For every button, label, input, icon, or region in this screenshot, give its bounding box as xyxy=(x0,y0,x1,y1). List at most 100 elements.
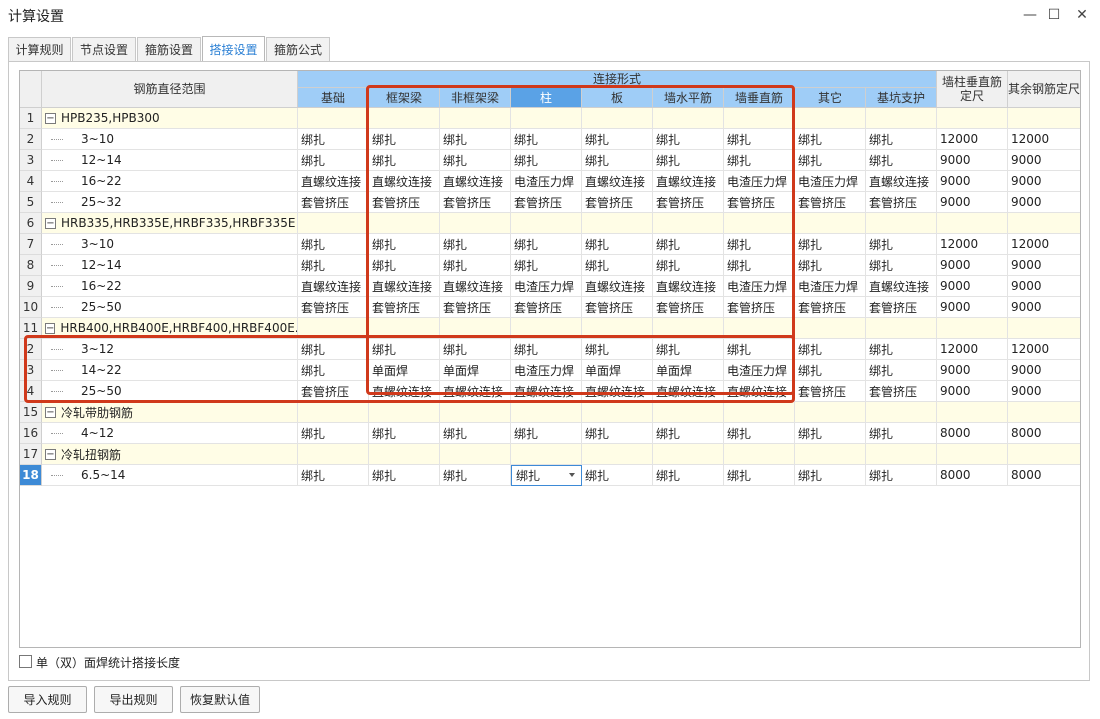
row-number[interactable]: 6 xyxy=(20,213,42,234)
value-cell[interactable]: 绑扎 xyxy=(298,129,369,150)
maximize-icon[interactable]: ☐ xyxy=(1042,4,1066,26)
value-cell[interactable]: 电渣压力焊 xyxy=(795,171,866,192)
row-number[interactable]: 16 xyxy=(20,423,42,444)
row-number[interactable]: 9 xyxy=(20,276,42,297)
value-cell[interactable]: 绑扎 xyxy=(582,255,653,276)
value-cell[interactable]: 绑扎 xyxy=(866,129,937,150)
collapse-toggle-icon[interactable]: − xyxy=(45,322,56,334)
value-cell[interactable]: 直螺纹连接 xyxy=(653,171,724,192)
value-cell[interactable]: 电渣压力焊 xyxy=(511,171,582,192)
value-cell[interactable]: 绑扎 xyxy=(511,150,582,171)
row-number[interactable]: 17 xyxy=(20,444,42,465)
value-cell[interactable]: 绑扎 xyxy=(582,465,653,486)
value-cell[interactable]: 电渣压力焊 xyxy=(724,276,795,297)
value-cell[interactable]: 12000 xyxy=(937,129,1008,150)
value-cell[interactable]: 绑扎 xyxy=(298,255,369,276)
value-cell[interactable]: 套管挤压 xyxy=(298,192,369,213)
header-col-7[interactable]: 其它 xyxy=(795,88,866,108)
value-cell[interactable]: 套管挤压 xyxy=(795,381,866,402)
row-number[interactable]: 8 xyxy=(20,255,42,276)
value-cell[interactable]: 套管挤压 xyxy=(653,192,724,213)
value-cell[interactable]: 直螺纹连接 xyxy=(866,171,937,192)
row-number[interactable]: 2 xyxy=(20,339,42,360)
value-cell[interactable]: 套管挤压 xyxy=(795,297,866,318)
value-cell[interactable]: 绑扎 xyxy=(653,423,724,444)
value-cell[interactable]: 绑扎 xyxy=(369,234,440,255)
value-cell[interactable]: 绑扎 xyxy=(511,423,582,444)
value-cell[interactable]: 直螺纹连接 xyxy=(440,381,511,402)
value-cell[interactable]: 绑扎 xyxy=(582,339,653,360)
value-cell[interactable]: 绑扎 xyxy=(369,423,440,444)
value-cell[interactable]: 绑扎 xyxy=(298,360,369,381)
value-cell[interactable]: 直螺纹连接 xyxy=(440,171,511,192)
value-cell[interactable]: 绑扎 xyxy=(440,129,511,150)
value-cell[interactable]: 9000 xyxy=(937,381,1008,402)
value-cell[interactable]: 套管挤压 xyxy=(866,297,937,318)
tab-lap-settings[interactable]: 搭接设置 xyxy=(202,36,265,62)
header-col-1[interactable]: 框架梁 xyxy=(369,88,440,108)
value-cell[interactable]: 套管挤压 xyxy=(440,192,511,213)
value-cell[interactable]: 套管挤压 xyxy=(369,192,440,213)
value-cell[interactable]: 绑扎 xyxy=(653,465,724,486)
value-cell[interactable]: 套管挤压 xyxy=(866,192,937,213)
value-cell[interactable]: 9000 xyxy=(937,192,1008,213)
row-number[interactable]: 1 xyxy=(20,108,42,129)
value-cell[interactable]: 绑扎 xyxy=(440,465,511,486)
collapse-toggle-icon[interactable]: − xyxy=(45,112,56,124)
value-cell[interactable]: 直螺纹连接 xyxy=(298,171,369,192)
value-cell[interactable]: 绑扎 xyxy=(298,339,369,360)
value-cell[interactable]: 绑扎 xyxy=(866,255,937,276)
value-cell[interactable]: 绑扎 xyxy=(795,234,866,255)
collapse-toggle-icon[interactable]: − xyxy=(45,217,56,229)
value-cell[interactable]: 绑扎 xyxy=(440,423,511,444)
value-cell[interactable]: 9000 xyxy=(937,255,1008,276)
value-cell[interactable]: 直螺纹连接 xyxy=(653,381,724,402)
value-cell[interactable]: 绑扎 xyxy=(369,255,440,276)
value-cell[interactable]: 12000 xyxy=(937,234,1008,255)
value-cell[interactable]: 套管挤压 xyxy=(724,192,795,213)
value-cell[interactable]: 绑扎 xyxy=(440,255,511,276)
row-number[interactable]: 4 xyxy=(20,171,42,192)
header-col-3[interactable]: 柱 xyxy=(511,88,582,108)
value-cell[interactable]: 绑扎 xyxy=(724,129,795,150)
value-cell[interactable]: 8000 xyxy=(937,465,1008,486)
value-cell[interactable]: 绑扎 xyxy=(440,234,511,255)
value-cell[interactable]: 绑扎 xyxy=(653,234,724,255)
value-cell[interactable]: 绑扎 xyxy=(653,150,724,171)
value-cell[interactable]: 绑扎 xyxy=(511,255,582,276)
export-rules-button[interactable]: 导出规则 xyxy=(94,686,173,713)
value-cell[interactable]: 9000 xyxy=(1008,276,1080,297)
value-cell[interactable]: 直螺纹连接 xyxy=(511,381,582,402)
value-cell[interactable]: 套管挤压 xyxy=(298,381,369,402)
value-cell[interactable]: 直螺纹连接 xyxy=(866,276,937,297)
value-cell[interactable]: 套管挤压 xyxy=(582,192,653,213)
value-cell[interactable]: 电渣压力焊 xyxy=(724,171,795,192)
tab-calc-rules[interactable]: 计算规则 xyxy=(8,37,71,61)
value-cell[interactable]: 绑扎 xyxy=(724,234,795,255)
row-number[interactable]: 4 xyxy=(20,381,42,402)
header-col-6[interactable]: 墙垂直筋 xyxy=(724,88,795,108)
value-cell[interactable]: 绑扎 xyxy=(369,465,440,486)
value-cell[interactable]: 绑扎 xyxy=(298,150,369,171)
row-number[interactable]: 18 xyxy=(20,465,42,486)
value-cell[interactable]: 绑扎 xyxy=(440,339,511,360)
value-cell[interactable]: 套管挤压 xyxy=(724,297,795,318)
value-cell[interactable]: 套管挤压 xyxy=(440,297,511,318)
value-cell[interactable]: 套管挤压 xyxy=(653,297,724,318)
chevron-down-icon[interactable] xyxy=(569,473,575,477)
value-cell[interactable]: 9000 xyxy=(1008,192,1080,213)
row-number[interactable]: 2 xyxy=(20,129,42,150)
value-cell[interactable]: 12000 xyxy=(937,339,1008,360)
header-col-4[interactable]: 板 xyxy=(582,88,653,108)
value-cell[interactable]: 绑扎 xyxy=(795,129,866,150)
value-cell[interactable]: 绑扎 xyxy=(724,339,795,360)
value-cell[interactable]: 单面焊 xyxy=(582,360,653,381)
value-cell[interactable]: 套管挤压 xyxy=(866,381,937,402)
value-cell[interactable]: 电渣压力焊 xyxy=(511,276,582,297)
header-col-5[interactable]: 墙水平筋 xyxy=(653,88,724,108)
collapse-toggle-icon[interactable]: − xyxy=(45,406,56,418)
value-cell[interactable]: 绑扎 xyxy=(369,150,440,171)
value-cell[interactable]: 直螺纹连接 xyxy=(369,381,440,402)
value-cell[interactable]: 直螺纹连接 xyxy=(724,381,795,402)
value-cell[interactable]: 绑扎 xyxy=(795,150,866,171)
